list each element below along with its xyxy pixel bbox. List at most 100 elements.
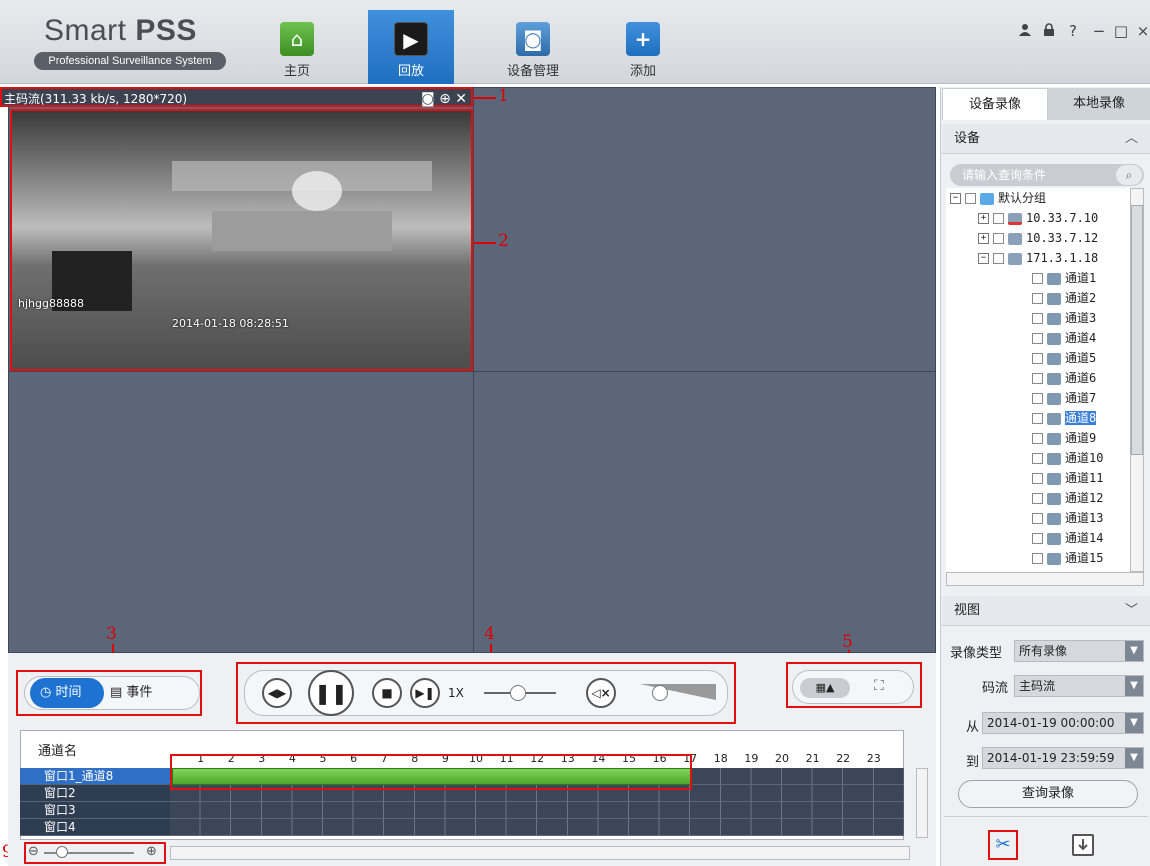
stream-select[interactable]: 主码流 ▼ [1014, 675, 1144, 697]
minimize-icon[interactable]: − [1090, 22, 1108, 40]
collapse-icon[interactable]: − [978, 253, 989, 264]
device-checkbox[interactable] [993, 213, 1004, 224]
video-window-4[interactable] [473, 371, 936, 653]
query-record-button[interactable]: 查询录像 [958, 780, 1138, 808]
timeline-row-name[interactable]: 窗口3 [20, 802, 170, 819]
tree-channel[interactable]: 通道12 [946, 488, 1130, 508]
channel-checkbox[interactable] [1032, 273, 1043, 284]
tree-channel[interactable]: 通道10 [946, 448, 1130, 468]
view-section-header[interactable]: 视图 ﹀ [942, 596, 1150, 626]
tree-device[interactable]: − 171.3.1.18 [946, 248, 1130, 268]
tree-group[interactable]: − 默认分组 [946, 188, 1130, 208]
user-icon[interactable] [1016, 22, 1034, 40]
channel-checkbox[interactable] [1032, 513, 1043, 524]
from-datetime[interactable]: 2014-01-19 00:00:00 ▼ [982, 712, 1144, 734]
expand-icon[interactable]: + [978, 233, 989, 244]
tab-device-record[interactable]: 设备录像 [942, 88, 1048, 120]
tab-time[interactable]: ◷ 时间 [30, 678, 104, 708]
stop-icon[interactable]: ■ [372, 678, 402, 708]
channel-checkbox[interactable] [1032, 473, 1043, 484]
channel-checkbox[interactable] [1032, 493, 1043, 504]
channel-checkbox[interactable] [1032, 433, 1043, 444]
zoom-in-icon[interactable]: ⊕ [439, 91, 451, 107]
reverse-play-icon[interactable]: ◀▶ [262, 678, 292, 708]
video-frame[interactable]: hjhgg88888 2014-01-18 08:28:51 [10, 109, 473, 371]
tree-channel[interactable]: 通道3 [946, 308, 1130, 328]
split-layout-icon[interactable]: ▦▲ [800, 678, 850, 698]
timeline-row-track[interactable] [170, 802, 904, 819]
search-icon[interactable]: ⌕ [1116, 165, 1142, 185]
tree-horizontal-scrollbar[interactable] [946, 572, 1144, 586]
zoom-out-icon[interactable]: ⊖ [28, 844, 39, 859]
clip-icon[interactable]: ✂ [988, 830, 1018, 860]
device-checkbox[interactable] [993, 233, 1004, 244]
channel-label: 通道12 [1065, 491, 1104, 505]
video-window-2[interactable] [473, 87, 936, 372]
volume-slider-handle[interactable] [652, 685, 668, 701]
tree-channel[interactable]: 通道9 [946, 428, 1130, 448]
tree-channel[interactable]: 通道5 [946, 348, 1130, 368]
timeline-row-name[interactable]: 窗口1_通道8 [20, 768, 170, 785]
channel-checkbox[interactable] [1032, 533, 1043, 544]
expand-icon[interactable]: + [978, 213, 989, 224]
tree-channel[interactable]: 通道14 [946, 528, 1130, 548]
channel-checkbox[interactable] [1032, 453, 1043, 464]
pause-icon[interactable]: ❚❚ [308, 670, 354, 716]
download-icon[interactable] [1072, 834, 1094, 856]
mute-icon[interactable]: ◁× [586, 678, 616, 708]
group-checkbox[interactable] [965, 193, 976, 204]
tree-channel[interactable]: 通道13 [946, 508, 1130, 528]
nav-playback[interactable]: ▶ 回放 [368, 10, 454, 84]
device-section-header[interactable]: 设备 ︿ [942, 124, 1150, 154]
zoom-in-icon[interactable]: ⊕ [146, 844, 157, 859]
collapse-icon[interactable]: − [950, 193, 961, 204]
maximize-icon[interactable]: □ [1112, 22, 1130, 40]
channel-checkbox[interactable] [1032, 373, 1043, 384]
tree-channel[interactable]: 通道11 [946, 468, 1130, 488]
hour-tick-label: 18 [713, 752, 728, 765]
channel-checkbox[interactable] [1032, 413, 1043, 424]
tab-event[interactable]: ▤ 事件 [110, 678, 180, 708]
device-checkbox[interactable] [993, 253, 1004, 264]
camera-icon [1047, 312, 1061, 325]
next-frame-icon[interactable]: ▶❚ [410, 678, 440, 708]
close-icon[interactable]: × [1134, 22, 1150, 40]
timeline-horizontal-scrollbar[interactable] [170, 846, 910, 860]
help-icon[interactable]: ? [1064, 22, 1082, 40]
channel-checkbox[interactable] [1032, 553, 1043, 564]
timeline-vertical-scrollbar[interactable] [916, 768, 928, 838]
to-datetime[interactable]: 2014-01-19 23:59:59 ▼ [982, 747, 1144, 769]
tree-channel[interactable]: 通道2 [946, 288, 1130, 308]
channel-checkbox[interactable] [1032, 333, 1043, 344]
video-window-3[interactable] [8, 371, 474, 653]
tree-device[interactable]: +10.33.7.12 [946, 228, 1130, 248]
timeline-row-track[interactable] [170, 819, 904, 836]
nav-add[interactable]: + 添加 [600, 10, 686, 84]
snapshot-icon[interactable]: ◙ [421, 91, 435, 107]
channel-checkbox[interactable] [1032, 393, 1043, 404]
lock-icon[interactable] [1040, 22, 1058, 40]
timeline-row-name[interactable]: 窗口2 [20, 785, 170, 802]
nav-device-manage[interactable]: ◙ 设备管理 [490, 10, 576, 84]
tree-channel[interactable]: 通道15 [946, 548, 1130, 568]
nav-home[interactable]: ⌂ 主页 [254, 10, 340, 84]
close-window-icon[interactable]: ✕ [455, 91, 467, 107]
tab-local-record[interactable]: 本地录像 [1048, 88, 1150, 120]
tree-channel-selected[interactable]: 通道8 [946, 408, 1130, 428]
app-title-plain: Smart [44, 14, 136, 47]
tree-channel[interactable]: 通道4 [946, 328, 1130, 348]
tree-channel[interactable]: 通道7 [946, 388, 1130, 408]
channel-checkbox[interactable] [1032, 353, 1043, 364]
tree-device[interactable]: +10.33.7.10 [946, 208, 1130, 228]
zoom-slider-handle[interactable] [56, 846, 68, 858]
device-search-input[interactable]: 请输入查询条件 ⌕ [950, 164, 1144, 186]
channel-checkbox[interactable] [1032, 293, 1043, 304]
speed-slider-handle[interactable] [510, 685, 526, 701]
timeline-row-name[interactable]: 窗口4 [20, 819, 170, 836]
tree-channel[interactable]: 通道6 [946, 368, 1130, 388]
tree-channel[interactable]: 通道1 [946, 268, 1130, 288]
record-type-select[interactable]: 所有录像 ▼ [1014, 640, 1144, 662]
tree-scroll-thumb[interactable] [1131, 205, 1143, 455]
channel-checkbox[interactable] [1032, 313, 1043, 324]
fullscreen-icon[interactable]: ⛶ [874, 678, 884, 694]
